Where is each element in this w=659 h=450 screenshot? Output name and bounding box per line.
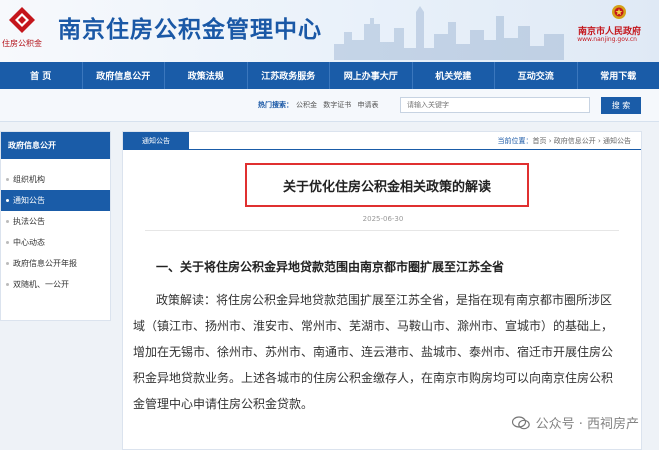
sidebar-item-news[interactable]: 中心动态 (1, 232, 110, 253)
nav-interaction[interactable]: 互动交流 (495, 62, 578, 89)
body-line: 增加在无锡市、徐州市、苏州市、南通市、连云港市、盐城市、泰州市、宿迁市开展住房公 (133, 345, 614, 359)
article-date: 2025-06-30 (362, 215, 404, 223)
hot-word-link[interactable]: 数字证书 (323, 101, 351, 109)
nav-party-building[interactable]: 机关党建 (413, 62, 495, 89)
sidebar-item-organization[interactable]: 组织机构 (1, 169, 110, 190)
city-skyline-decoration (334, 6, 564, 60)
breadcrumb: 当前位置：首页 › 政府信息公开 › 通知公告 (498, 136, 632, 146)
article-panel: 通知公告 当前位置：首页 › 政府信息公开 › 通知公告 关于优化住房公积金相关… (122, 131, 642, 450)
divider (145, 230, 619, 231)
sidebar-item-annual-report[interactable]: 政府信息公开年报 (1, 253, 110, 274)
breadcrumb-path[interactable]: 首页 › 政府信息公开 › 通知公告 (533, 137, 632, 145)
wechat-icon (511, 415, 530, 429)
search-button[interactable]: 搜 索 (601, 97, 641, 114)
main-nav: 首 页 政府信息公开 政策法规 江苏政务服务 网上办事大厅 机关党建 互动交流 … (0, 62, 659, 89)
watermark-text: 公众号 · 西祠房产 (535, 417, 639, 432)
search-input[interactable] (400, 97, 590, 113)
hot-word-link[interactable]: 公积金 (296, 101, 317, 109)
body-line: 域（镇江市、扬州市、淮安市、常州市、芜湖市、马鞍山市、滁州市、宣城市）的基础上， (133, 319, 614, 333)
sidebar-item-random-inspection[interactable]: 双随机、一公开 (1, 274, 110, 295)
national-emblem-icon (612, 5, 626, 19)
hot-search-label: 热门搜索： (258, 101, 293, 109)
gov-url: www.nanjing.gov.cn (577, 36, 637, 43)
hot-search-words: 公积金 数字证书 申请表 (296, 100, 382, 110)
search-bar: 热门搜索： 公积金 数字证书 申请表 搜 索 (0, 89, 659, 122)
article-title: 关于优化住房公积金相关政策的解读 (282, 179, 491, 195)
tab-notices[interactable]: 通知公告 (123, 132, 189, 149)
hot-word-link[interactable]: 申请表 (357, 101, 378, 109)
section-heading: 一、关于将住房公积金异地贷款范围由南京都市圈扩展至江苏全省 (156, 260, 505, 274)
sidebar-item-enforcement[interactable]: 执法公告 (1, 211, 110, 232)
article-title-highlight: 关于优化住房公积金相关政策的解读 (245, 163, 529, 207)
nav-policies[interactable]: 政策法规 (165, 62, 248, 89)
nav-downloads[interactable]: 常用下载 (578, 62, 659, 89)
sidebar-list: 组织机构 通知公告 执法公告 中心动态 政府信息公开年报 双随机、一公开 (1, 159, 110, 295)
nav-online-hall[interactable]: 网上办事大厅 (330, 62, 413, 89)
watermark: 公众号 · 西祠房产 (511, 413, 639, 432)
logo-text: 住房公积金 (2, 39, 42, 48)
body-line: 政策解读：将住房公积金异地贷款范围扩展至江苏全省，是指在现有南京都市圈所涉区 (156, 293, 613, 307)
sidebar-title: 政府信息公开 (1, 132, 110, 159)
breadcrumb-label: 当前位置： (497, 137, 533, 145)
nav-home[interactable]: 首 页 (0, 62, 83, 89)
sidebar: 政府信息公开 组织机构 通知公告 执法公告 中心动态 政府信息公开年报 双随机、… (0, 131, 111, 321)
nav-gov-info[interactable]: 政府信息公开 (83, 62, 165, 89)
body-line: 积金异地贷款业务。上述各城市的住房公积金缴存人，在南京市购房均可以向南京住房公积 (133, 371, 614, 385)
article-body: 政策解读：将住房公积金异地贷款范围扩展至江苏全省，是指在现有南京都市圈所涉区 域… (133, 287, 638, 417)
tab-underline (123, 149, 641, 150)
nav-jiangsu-services[interactable]: 江苏政务服务 (248, 62, 330, 89)
site-header: 住房公积金 南京住房公积金管理中心 南京市人民政府 www.nanjing.go… (0, 0, 659, 62)
site-title[interactable]: 南京住房公积金管理中心 (58, 10, 322, 44)
sidebar-item-notices[interactable]: 通知公告 (1, 190, 110, 211)
logo-icon (9, 7, 35, 33)
